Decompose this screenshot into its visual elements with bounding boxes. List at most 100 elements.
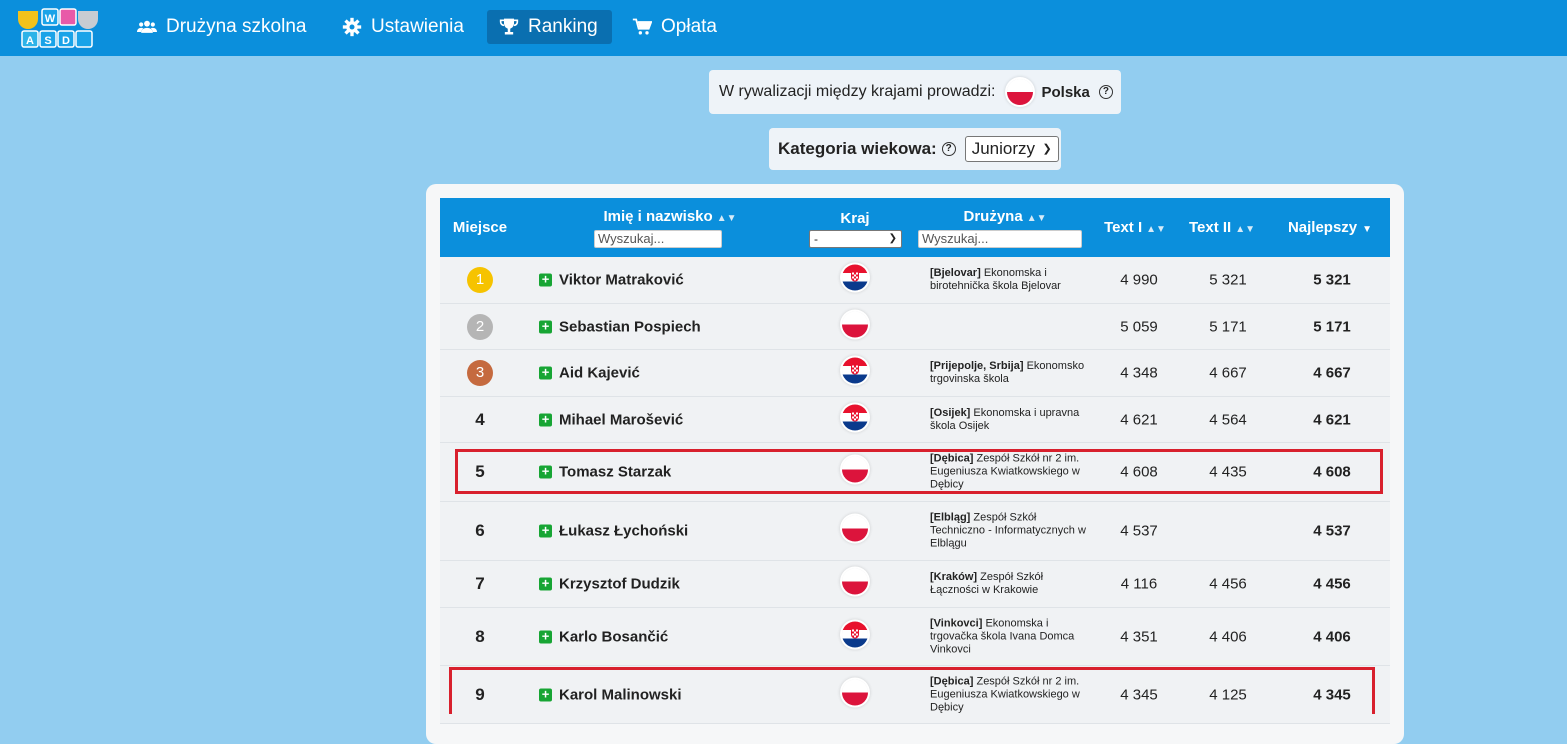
country-leader-box: W rywalizacji między krajami prowadzi: P… <box>709 70 1121 114</box>
nav-school-team[interactable]: Drużyna szkolna <box>125 10 318 44</box>
row-text1: 4 116 <box>1120 575 1158 593</box>
sort-icon[interactable]: ▲▼ <box>717 213 737 224</box>
row-place: 2 <box>440 313 520 340</box>
age-category-label: Kategoria wiekowa: <box>778 139 937 158</box>
silver-medal-icon: 2 <box>467 313 493 340</box>
sort-desc-icon[interactable]: ▼ <box>1362 224 1372 235</box>
row-team: [Prijepolje, Srbija] Ekonomsko trgovinsk… <box>930 360 1090 386</box>
header-place[interactable]: Miejsce <box>440 219 520 236</box>
row-team: [Osijek] Ekonomska i upravna škola Osije… <box>930 407 1090 433</box>
row-place: 3 <box>440 360 520 386</box>
logo-letter-w: W <box>45 13 56 25</box>
row-name: Mihael Marošević <box>559 411 684 428</box>
header-team-label: Drużyna <box>963 208 1023 225</box>
chevron-down-icon: ❯ <box>1042 143 1052 155</box>
header-team[interactable]: Drużyna ▲▼ <box>940 208 1070 225</box>
table-row: 7 + Krzysztof Dudzik [Kraków] Zespół Szk… <box>440 561 1390 608</box>
header-text2[interactable]: Text II ▲▼ <box>1187 219 1257 236</box>
row-team: [Bjelovar] Ekonomska i birotehnička škol… <box>930 267 1090 293</box>
highlight-box <box>455 449 1383 494</box>
table-row: 1 + Viktor Matraković [Bjelovar] Ekonoms… <box>440 257 1390 304</box>
row-place: 6 <box>475 521 485 540</box>
croatia-flag-icon <box>842 357 868 384</box>
poland-flag-icon <box>1006 79 1033 105</box>
nav-payment[interactable]: Opłata <box>620 10 729 44</box>
header-text2-label: Text II <box>1188 219 1232 236</box>
header-best[interactable]: Najlepszy ▼ <box>1285 219 1375 236</box>
row-text1: 4 621 <box>1120 411 1158 428</box>
expand-plus-icon[interactable]: + <box>539 412 552 426</box>
row-team: [Kraków] Zespół Szkół Łączności w Krakow… <box>930 571 1090 597</box>
row-best: 5 321 <box>1313 271 1351 289</box>
table-row: 6 + Łukasz Łychoński [Elbląg] Zespół Szk… <box>440 502 1390 561</box>
logo-letter-a: A <box>26 35 34 47</box>
row-text2: 4 667 <box>1209 364 1247 382</box>
row-text1: 4 351 <box>1120 628 1158 645</box>
logo-letter-d: D <box>62 35 70 47</box>
row-name: Karlo Bosančić <box>559 628 669 645</box>
nav-label: Ranking <box>528 16 598 37</box>
poland-flag-icon <box>842 568 868 595</box>
row-text2: 4 564 <box>1209 411 1247 428</box>
row-text2: 4 456 <box>1209 575 1247 593</box>
expand-plus-icon[interactable]: + <box>539 273 552 287</box>
age-category-value: Juniorzy <box>971 139 1036 158</box>
header-best-label: Najlepszy <box>1287 219 1358 236</box>
age-category-select[interactable]: Juniorzy ❯ <box>964 136 1059 162</box>
row-best: 4 537 <box>1313 522 1351 540</box>
sort-icon[interactable]: ▲▼ <box>1027 213 1047 224</box>
sort-icon[interactable]: ▲▼ <box>1146 224 1166 235</box>
nav-label: Opłata <box>661 16 717 37</box>
team-city: [Elbląg] <box>930 511 971 524</box>
header-name-label: Imię i nazwisko <box>603 208 713 225</box>
help-icon[interactable]: ? <box>941 142 956 156</box>
header-text1[interactable]: Text I ▲▼ <box>1100 219 1170 236</box>
row-name: Sebastian Pospiech <box>559 318 701 335</box>
country-filter-select[interactable]: - ❯ <box>809 230 902 248</box>
row-best: 4 456 <box>1313 575 1351 593</box>
team-city: [Vinkovci] <box>930 617 983 629</box>
row-place: 7 <box>475 574 485 593</box>
croatia-flag-icon <box>842 264 868 291</box>
expand-plus-icon[interactable]: + <box>539 366 552 380</box>
table-row: 8 + Karlo Bosančić [Vinkovci] Ekonomska … <box>440 608 1390 666</box>
row-text1: 4 537 <box>1120 522 1158 540</box>
expand-plus-icon[interactable]: + <box>539 319 552 333</box>
expand-plus-icon[interactable]: + <box>539 629 552 643</box>
poland-flag-icon <box>842 515 868 542</box>
croatia-flag-icon <box>842 404 868 430</box>
nav-label: Drużyna szkolna <box>166 16 307 37</box>
top-navbar: W A S D Drużyna szkolna Ustawienia Ranki… <box>0 0 1567 56</box>
expand-plus-icon[interactable]: + <box>539 524 552 538</box>
age-category-box: Kategoria wiekowa: ? Juniorzy ❯ <box>769 128 1061 170</box>
team-city: [Osijek] <box>930 406 971 419</box>
nav-label: Ustawienia <box>371 16 464 37</box>
team-search-input[interactable]: Wyszukaj... <box>918 230 1082 248</box>
expand-plus-icon[interactable]: + <box>539 577 552 591</box>
sort-icon[interactable]: ▲▼ <box>1235 224 1255 235</box>
row-text1: 5 059 <box>1120 318 1158 335</box>
row-name: Viktor Matraković <box>559 271 684 289</box>
row-name: Łukasz Łychoński <box>559 522 689 540</box>
cart-icon <box>632 18 652 35</box>
users-icon <box>137 20 157 33</box>
wasd-logo[interactable]: W A S D <box>14 3 104 53</box>
row-place: 1 <box>440 267 520 293</box>
name-search-input[interactable]: Wyszukaj... <box>594 230 722 248</box>
row-place: 8 <box>475 626 485 646</box>
leader-text: W rywalizacji między krajami prowadzi: <box>719 83 996 100</box>
gear-icon <box>342 17 362 37</box>
nav-ranking[interactable]: Ranking <box>487 10 612 44</box>
croatia-flag-icon <box>842 621 868 647</box>
help-icon[interactable]: ? <box>1098 85 1113 99</box>
logo-letter-s: S <box>44 35 51 47</box>
bronze-medal-icon: 3 <box>467 360 493 386</box>
row-name: Aid Kajević <box>559 364 640 382</box>
row-name: Krzysztof Dudzik <box>559 575 680 593</box>
table-row: 2 + Sebastian Pospiech 5 059 5 171 5 171 <box>440 304 1390 350</box>
row-place: 4 <box>475 409 485 429</box>
team-city: [Kraków] <box>930 571 978 583</box>
nav-settings[interactable]: Ustawienia <box>330 10 476 44</box>
header-name[interactable]: Imię i nazwisko ▲▼ <box>590 208 750 225</box>
trophy-icon <box>499 18 519 35</box>
